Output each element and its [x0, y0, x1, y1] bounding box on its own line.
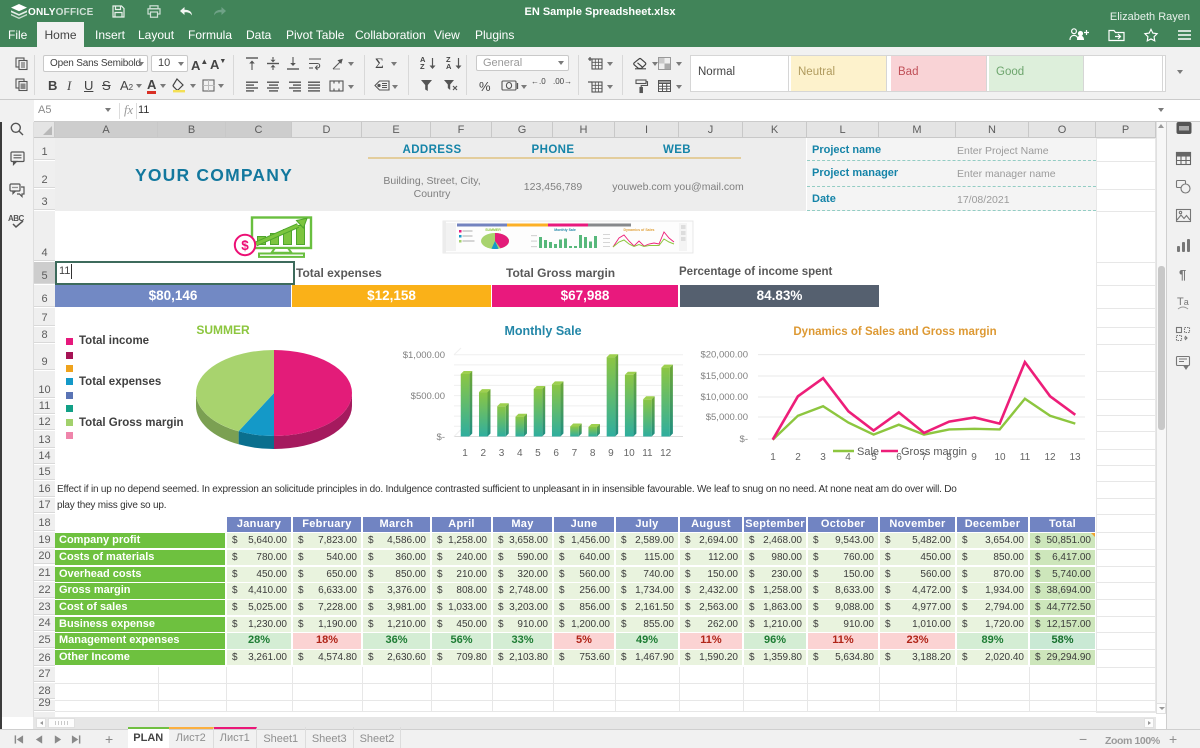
svg-text:6: 6: [553, 448, 559, 459]
svg-text:5: 5: [535, 448, 541, 459]
svg-text:1: 1: [462, 448, 468, 459]
svg-text:Monthly Sale: Monthly Sale: [504, 324, 581, 338]
svg-text:8: 8: [590, 448, 596, 459]
svg-text:$20,000.00: $20,000.00: [700, 350, 748, 361]
svg-text:13: 13: [1069, 452, 1081, 463]
svg-text:$5,000.00: $5,000.00: [706, 412, 748, 423]
svg-text:4: 4: [517, 448, 523, 459]
svg-text:SUMMER: SUMMER: [485, 228, 501, 232]
svg-text:10: 10: [624, 448, 636, 459]
svg-text:2: 2: [795, 452, 801, 463]
svg-text:9: 9: [971, 452, 977, 463]
svg-text:$15,000.00: $15,000.00: [700, 371, 748, 382]
svg-text:12: 12: [660, 448, 672, 459]
svg-text:3: 3: [820, 452, 826, 463]
svg-text:3: 3: [499, 448, 505, 459]
svg-text:11: 11: [1020, 452, 1031, 463]
svg-text:9: 9: [608, 448, 614, 459]
svg-text:Dynamics of Sales and Gross ma: Dynamics of Sales and Gross margin: [793, 326, 996, 338]
svg-text:11: 11: [642, 448, 653, 459]
svg-text:$500.00: $500.00: [411, 391, 445, 402]
svg-text:$-: $-: [437, 432, 445, 443]
svg-text:12: 12: [1044, 452, 1056, 463]
svg-text:7: 7: [572, 448, 578, 459]
svg-text:2: 2: [480, 448, 486, 459]
svg-text:10: 10: [994, 452, 1006, 463]
svg-text:Sale: Sale: [857, 446, 879, 458]
svg-text:Monthly Sale: Monthly Sale: [554, 228, 576, 232]
svg-text:$: $: [241, 238, 249, 253]
svg-text:1: 1: [770, 452, 776, 463]
svg-text:4: 4: [845, 452, 851, 463]
svg-text:Dynamics of Sales: Dynamics of Sales: [624, 228, 655, 232]
svg-text:Gross margin: Gross margin: [901, 446, 967, 458]
svg-text:$1,000.00: $1,000.00: [403, 350, 445, 361]
svg-text:$-: $-: [740, 434, 748, 445]
svg-text:$10,000.00: $10,000.00: [700, 392, 748, 403]
